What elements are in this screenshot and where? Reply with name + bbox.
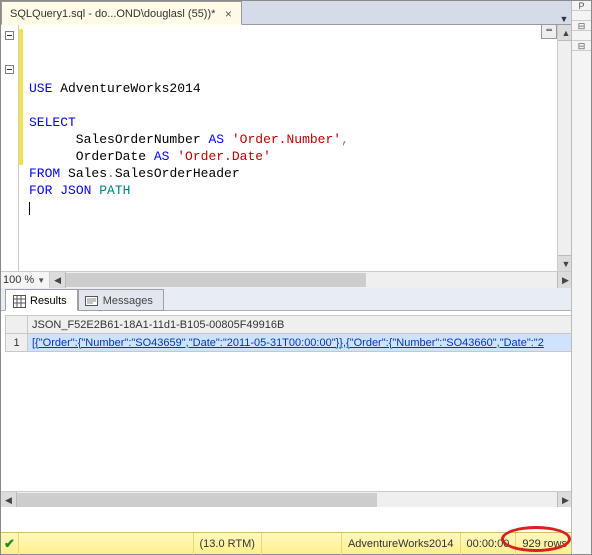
status-elapsed: 00:00:00 <box>461 533 517 555</box>
grid-column-header[interactable]: JSON_F52E2B61-18A1-11d1-B105-00805F49916… <box>28 316 574 334</box>
document-tab-title: SQLQuery1.sql - do...OND\douglasl (55))* <box>10 8 215 20</box>
grid-corner[interactable] <box>6 316 28 334</box>
scrollbar-thumb[interactable] <box>17 493 377 507</box>
right-panel-mark[interactable]: ⊟ <box>572 41 591 51</box>
ssms-window: SQLQuery1.sql - do...OND\douglasl (55))*… <box>0 0 592 555</box>
document-tab-active[interactable]: SQLQuery1.sql - do...OND\douglasl (55))*… <box>1 1 242 25</box>
close-icon[interactable]: × <box>221 7 235 21</box>
tab-results[interactable]: Results <box>5 289 78 311</box>
status-success-icon: ✔ <box>1 533 19 555</box>
table-header-row: JSON_F52E2B61-18A1-11d1-B105-00805F49916… <box>6 316 574 334</box>
code-area[interactable]: USE AdventureWorks2014 SELECT SalesOrder… <box>19 25 557 271</box>
change-indicator <box>19 29 23 165</box>
collapse-icon[interactable] <box>5 65 14 74</box>
scroll-left-icon[interactable]: ◀ <box>1 492 17 507</box>
results-horizontal-scrollbar[interactable]: ◀ ▶ <box>1 491 573 507</box>
zoom-dropdown[interactable]: 100 % ▼ <box>1 274 49 286</box>
status-version: (13.0 RTM) <box>194 533 262 555</box>
code-line: USE AdventureWorks2014 <box>29 80 557 97</box>
text-caret <box>29 202 30 215</box>
grid-icon <box>12 294 26 308</box>
tab-overflow-dropdown[interactable]: ▼ <box>557 10 571 24</box>
code-line <box>29 97 557 114</box>
scroll-left-icon[interactable]: ◀ <box>50 272 66 288</box>
collapse-icon[interactable] <box>5 31 14 40</box>
chevron-down-icon: ▼ <box>37 276 45 285</box>
tab-results-label: Results <box>30 295 67 307</box>
zoom-level-label: 100 % <box>3 274 34 286</box>
code-line: SELECT <box>29 114 557 131</box>
code-line: SalesOrderNumber AS 'Order.Number', <box>29 131 557 148</box>
scrollbar-thumb[interactable] <box>66 273 366 287</box>
status-bar: ✔ (13.0 RTM) AdventureWorks2014 00:00:00… <box>1 532 573 554</box>
messages-icon <box>85 294 99 308</box>
right-collapsed-panel[interactable]: P ⊟ ⊟ <box>571 1 591 554</box>
grid-row-number[interactable]: 1 <box>6 334 28 352</box>
sql-editor: USE AdventureWorks2014 SELECT SalesOrder… <box>1 25 573 285</box>
editor-body[interactable]: USE AdventureWorks2014 SELECT SalesOrder… <box>1 25 573 271</box>
results-pane: JSON_F52E2B61-18A1-11d1-B105-00805F49916… <box>1 311 573 507</box>
code-line: FOR JSON PATH <box>29 182 557 199</box>
document-tab-bar: SQLQuery1.sql - do...OND\douglasl (55))*… <box>1 1 573 25</box>
code-line: OrderDate AS 'Order.Date' <box>29 148 557 165</box>
status-login <box>262 533 342 555</box>
grid-json-cell[interactable]: [{"Order":{"Number":"SO43659","Date":"20… <box>28 334 574 352</box>
right-panel-mark <box>572 31 591 41</box>
tab-messages-label: Messages <box>103 295 153 307</box>
right-panel-mark[interactable]: P <box>572 1 591 11</box>
split-icon[interactable]: ▭ <box>541 25 557 39</box>
outline-gutter <box>1 25 19 271</box>
right-panel-mark <box>572 11 591 21</box>
code-line: FROM Sales.SalesOrderHeader <box>29 165 557 182</box>
editor-footer: 100 % ▼ ◀ ▶ <box>1 271 573 288</box>
horizontal-scrollbar[interactable]: ◀ ▶ <box>49 272 573 288</box>
tab-messages[interactable]: Messages <box>78 289 164 311</box>
results-grid: JSON_F52E2B61-18A1-11d1-B105-00805F49916… <box>5 315 573 352</box>
results-tabbar: Results Messages <box>1 285 573 311</box>
status-database: AdventureWorks2014 <box>342 533 461 555</box>
right-panel-mark[interactable]: ⊟ <box>572 21 591 31</box>
main-pane: SQLQuery1.sql - do...OND\douglasl (55))*… <box>1 1 573 554</box>
table-row: 1 [{"Order":{"Number":"SO43659","Date":"… <box>6 334 574 352</box>
code-line <box>29 199 557 216</box>
status-server <box>19 533 194 555</box>
status-rowcount: 929 rows <box>516 533 573 555</box>
